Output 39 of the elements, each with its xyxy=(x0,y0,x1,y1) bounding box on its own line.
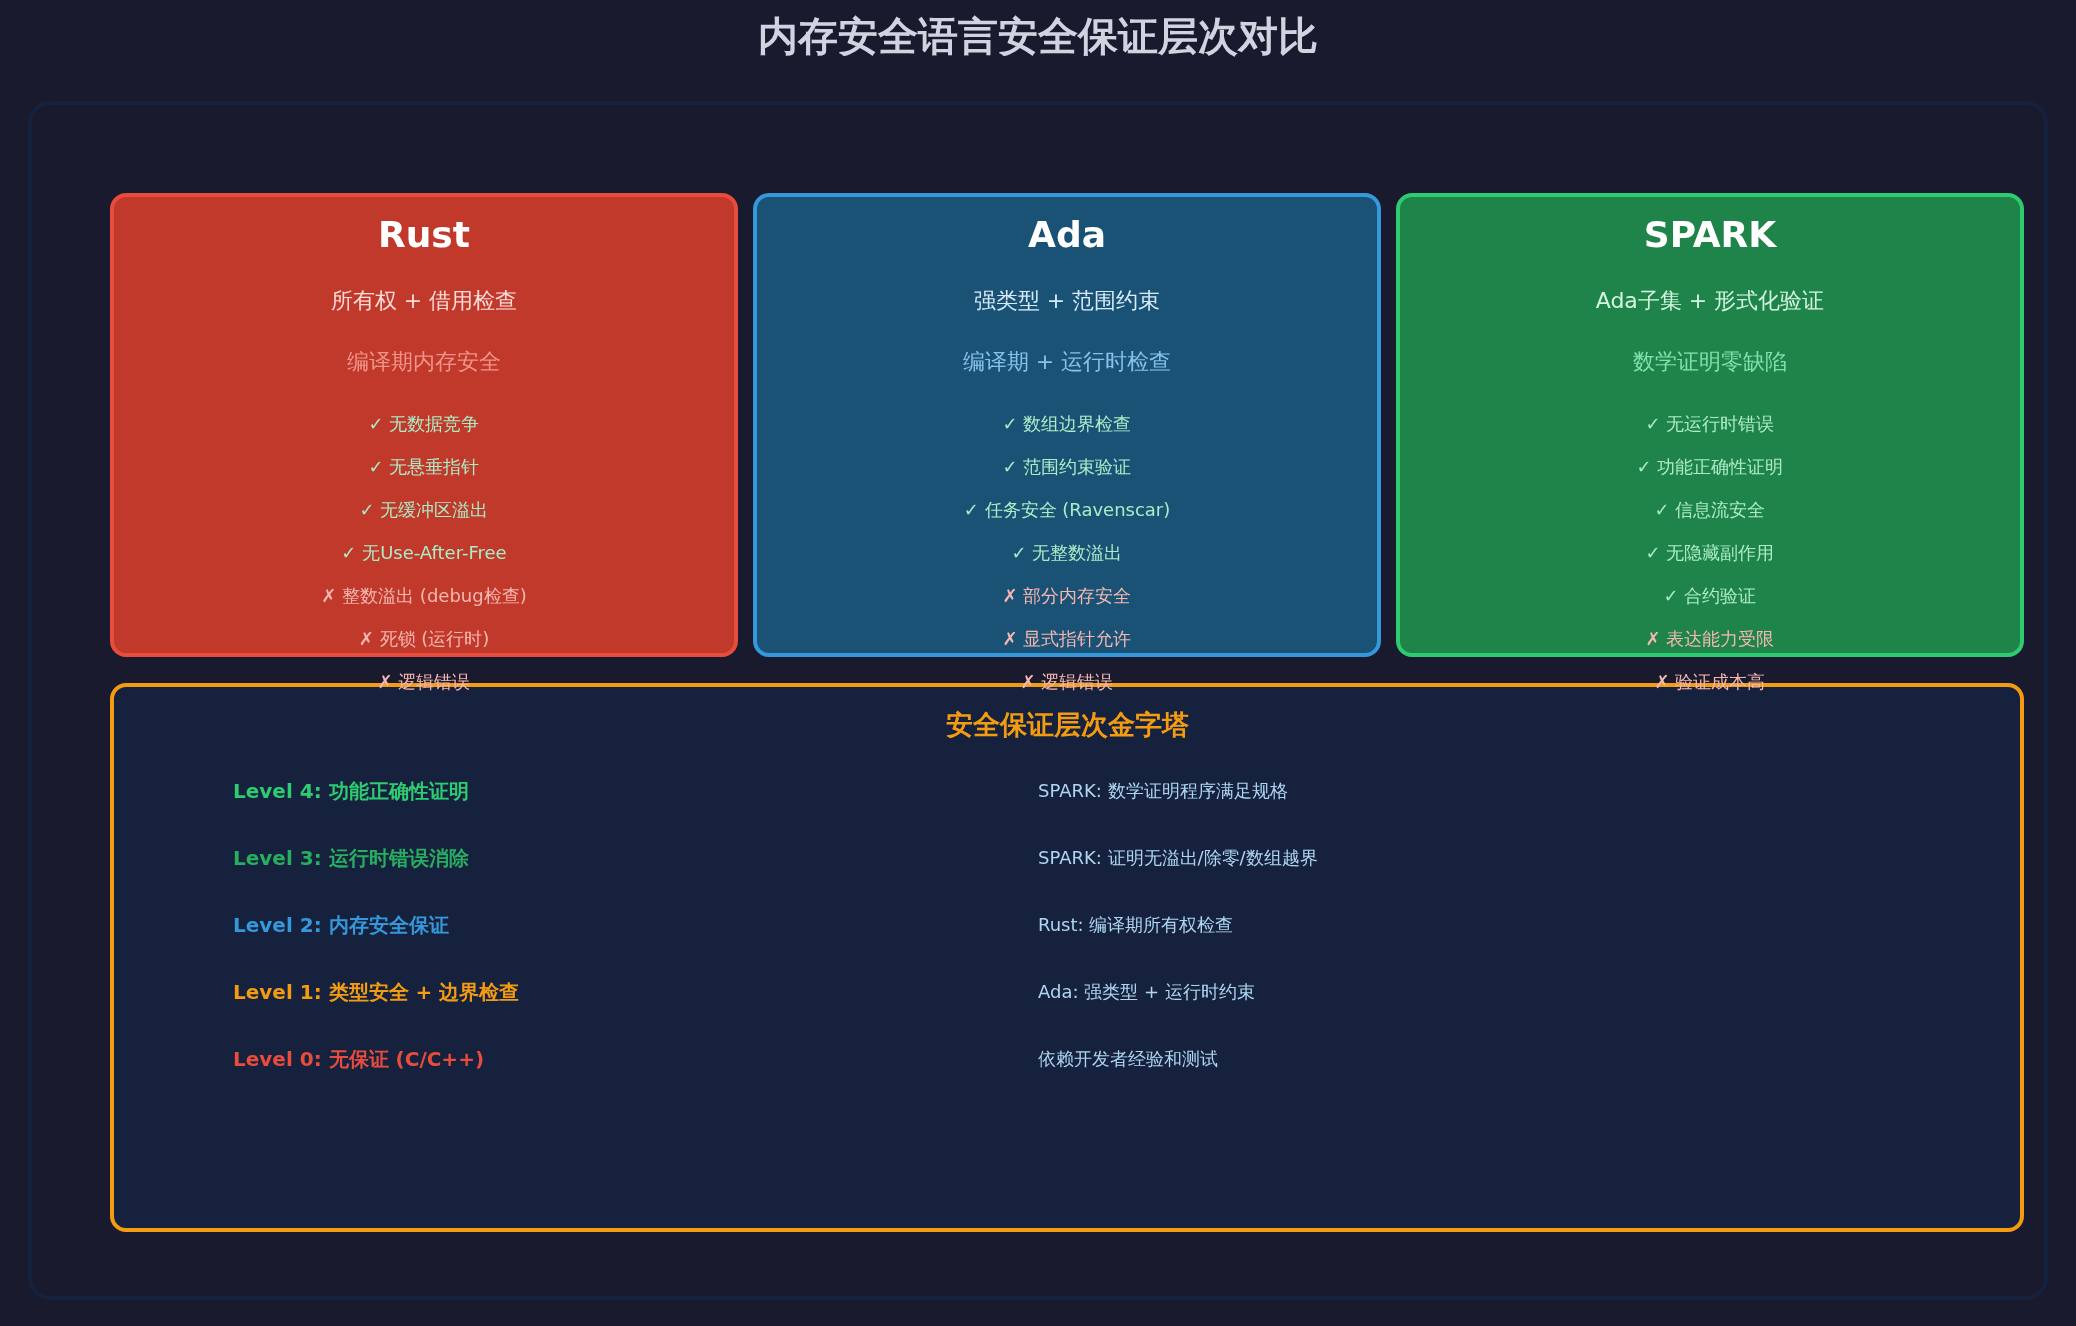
approach-text: 强类型 + 范围约束 xyxy=(973,287,1161,315)
level-description: SPARK: 证明无溢出/除零/数组越界 xyxy=(1038,846,1318,870)
feature-item: ✗ 显式指针允许 xyxy=(1002,627,1132,651)
feature-item: ✗ 部分内存安全 xyxy=(1002,584,1132,608)
pyramid-title: 安全保证层次金字塔 xyxy=(945,708,1189,742)
level-label: Level 3: 运行时错误消除 xyxy=(233,844,469,872)
feature-item: ✓ 功能正确性证明 xyxy=(1636,455,1784,479)
level-description: 依赖开发者经验和测试 xyxy=(1038,1047,1218,1071)
page-title: 内存安全语言安全保证层次对比 xyxy=(758,16,1318,56)
feature-item: ✓ 无整数溢出 xyxy=(1011,541,1123,565)
feature-item: ✓ 数组边界检查 xyxy=(1002,412,1132,436)
language-name: Rust xyxy=(378,215,470,255)
feature-item: ✓ 无运行时错误 xyxy=(1645,412,1775,436)
level-label: Level 1: 类型安全 + 边界检查 xyxy=(233,978,520,1006)
feature-item: ✓ 无隐藏副作用 xyxy=(1645,541,1775,565)
feature-item: ✓ 任务安全 (Ravenscar) xyxy=(963,498,1171,522)
feature-item: ✗ 整数溢出 (debug检查) xyxy=(321,584,527,608)
guarantee-text: 编译期 + 运行时检查 xyxy=(962,348,1172,376)
approach-text: Ada子集 + 形式化验证 xyxy=(1595,287,1825,315)
level-description: Ada: 强类型 + 运行时约束 xyxy=(1038,980,1255,1004)
level-label: Level 0: 无保证 (C/C++) xyxy=(233,1045,485,1073)
level-description: SPARK: 数学证明程序满足规格 xyxy=(1038,779,1288,803)
level-label: Level 2: 内存安全保证 xyxy=(233,911,449,939)
level-label: Level 4: 功能正确性证明 xyxy=(233,777,469,805)
guarantee-text: 数学证明零缺陷 xyxy=(1633,348,1787,376)
feature-item: ✓ 无缓冲区溢出 xyxy=(359,498,489,522)
level-description: Rust: 编译期所有权检查 xyxy=(1038,913,1234,937)
feature-item: ✓ 信息流安全 xyxy=(1654,498,1766,522)
feature-item: ✓ 无数据竞争 xyxy=(368,412,480,436)
language-name: SPARK xyxy=(1643,215,1777,255)
guarantee-text: 编译期内存安全 xyxy=(347,348,501,376)
feature-item: ✗ 表达能力受限 xyxy=(1645,627,1775,651)
feature-item: ✓ 无悬垂指针 xyxy=(368,455,480,479)
feature-item: ✓ 无Use-After-Free xyxy=(341,541,507,565)
approach-text: 所有权 + 借用检查 xyxy=(330,287,518,315)
language-name: Ada xyxy=(1028,215,1106,255)
feature-item: ✓ 范围约束验证 xyxy=(1002,455,1132,479)
feature-item: ✗ 死锁 (运行时) xyxy=(358,627,490,651)
feature-item: ✓ 合约验证 xyxy=(1663,584,1757,608)
